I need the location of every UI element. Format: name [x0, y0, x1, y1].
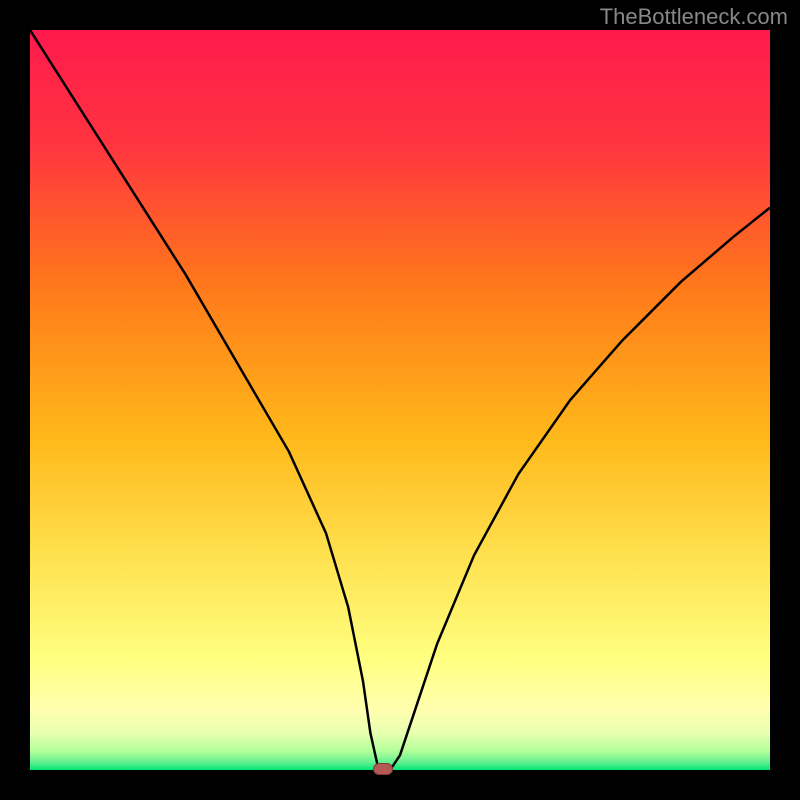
plot-area: [30, 30, 770, 770]
chart-container: TheBottleneck.com: [0, 0, 800, 800]
plot-svg: [30, 30, 770, 770]
watermark-text: TheBottleneck.com: [600, 4, 788, 30]
minimum-marker: [373, 763, 393, 775]
gradient-background: [30, 30, 770, 770]
